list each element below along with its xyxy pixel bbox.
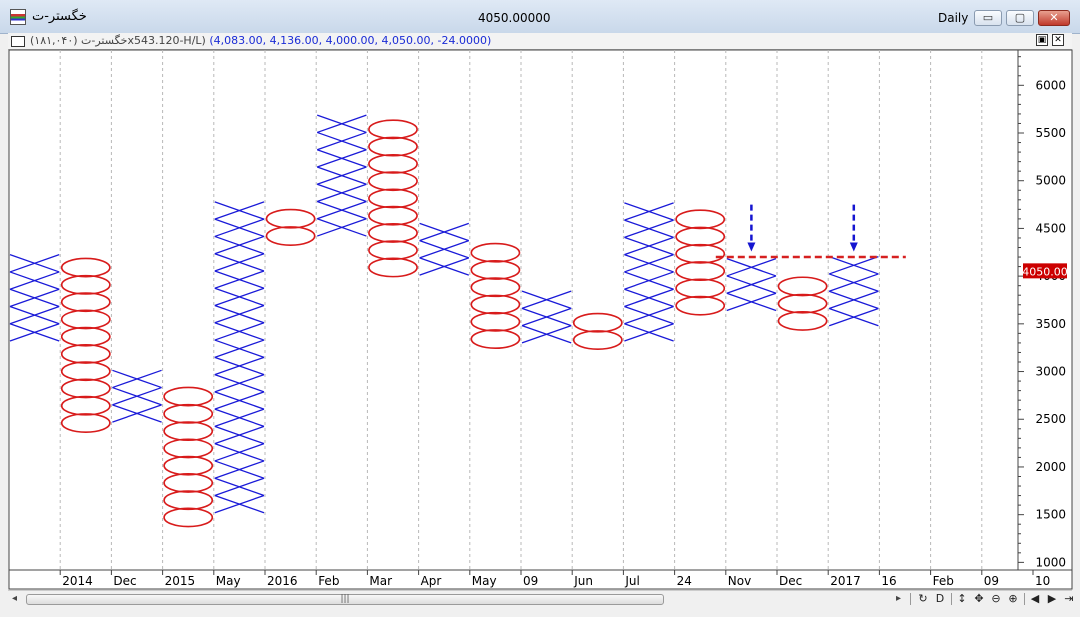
time-tick-label: 2017 [830, 574, 861, 588]
time-tick-label: 24 [677, 574, 692, 588]
current-price-label: 4050.00 [1022, 265, 1068, 278]
toolbar-separator [951, 593, 952, 605]
toolbar-separator [910, 593, 911, 605]
time-tick-label: Apr [421, 574, 442, 588]
time-tick-label: 09 [984, 574, 999, 588]
time-tick-label: 2014 [62, 574, 93, 588]
time-tick-label: Feb [318, 574, 339, 588]
time-tick-label: May [472, 574, 497, 588]
time-tick-label: Mar [369, 574, 392, 588]
price-tick-label: 4500 [1035, 221, 1066, 235]
time-tick-label: Feb [933, 574, 954, 588]
vertical-resize-icon[interactable]: ↕ [955, 592, 969, 606]
time-tick-label: 10 [1035, 574, 1050, 588]
toolbar-separator [1024, 593, 1025, 605]
time-tick-label: 2016 [267, 574, 298, 588]
chart-scroll-toolbar: ◂ ||| ▸ ↻ D ↕ ✥ ⊖ ⊕ ◀ ▶ ⇥ [8, 590, 1074, 608]
time-tick-label: 09 [523, 574, 538, 588]
price-tick-label: 2500 [1035, 412, 1066, 426]
date-tool-icon[interactable]: D [933, 592, 947, 606]
price-tick-label: 2000 [1035, 460, 1066, 474]
price-tick-label: 6000 [1035, 78, 1066, 92]
scroll-left-arrow[interactable]: ◂ [12, 593, 17, 604]
price-tick-label: 3500 [1035, 317, 1066, 331]
time-tick-label: Jun [573, 574, 593, 588]
refresh-icon[interactable]: ↻ [916, 592, 930, 606]
time-tick-label: 2015 [165, 574, 196, 588]
price-tick-label: 1000 [1035, 555, 1066, 569]
end-icon[interactable]: ⇥ [1062, 592, 1076, 606]
price-tick-label: 5500 [1035, 126, 1066, 140]
zoom-in-icon[interactable]: ⊕ [1006, 592, 1020, 606]
scroll-right-icon[interactable]: ▶ [1045, 592, 1059, 606]
zoom-out-icon[interactable]: ⊖ [989, 592, 1003, 606]
price-tick-label: 5000 [1035, 174, 1066, 188]
time-tick-label: Nov [728, 574, 751, 588]
time-tick-label: May [216, 574, 241, 588]
time-tick-label: 16 [881, 574, 896, 588]
time-tick-label: Dec [779, 574, 802, 588]
scroll-left-icon[interactable]: ◀ [1028, 592, 1042, 606]
time-tick-label: Jul [624, 574, 639, 588]
move-icon[interactable]: ✥ [972, 592, 986, 606]
horizontal-scroll-thumb[interactable]: ||| [26, 594, 664, 605]
price-tick-label: 1500 [1035, 508, 1066, 522]
pnf-chart[interactable]: 1000150020002500300035004000450050005500… [0, 0, 1080, 590]
time-tick-label: Dec [113, 574, 136, 588]
scroll-right-arrow[interactable]: ▸ [896, 593, 901, 604]
price-tick-label: 3000 [1035, 365, 1066, 379]
